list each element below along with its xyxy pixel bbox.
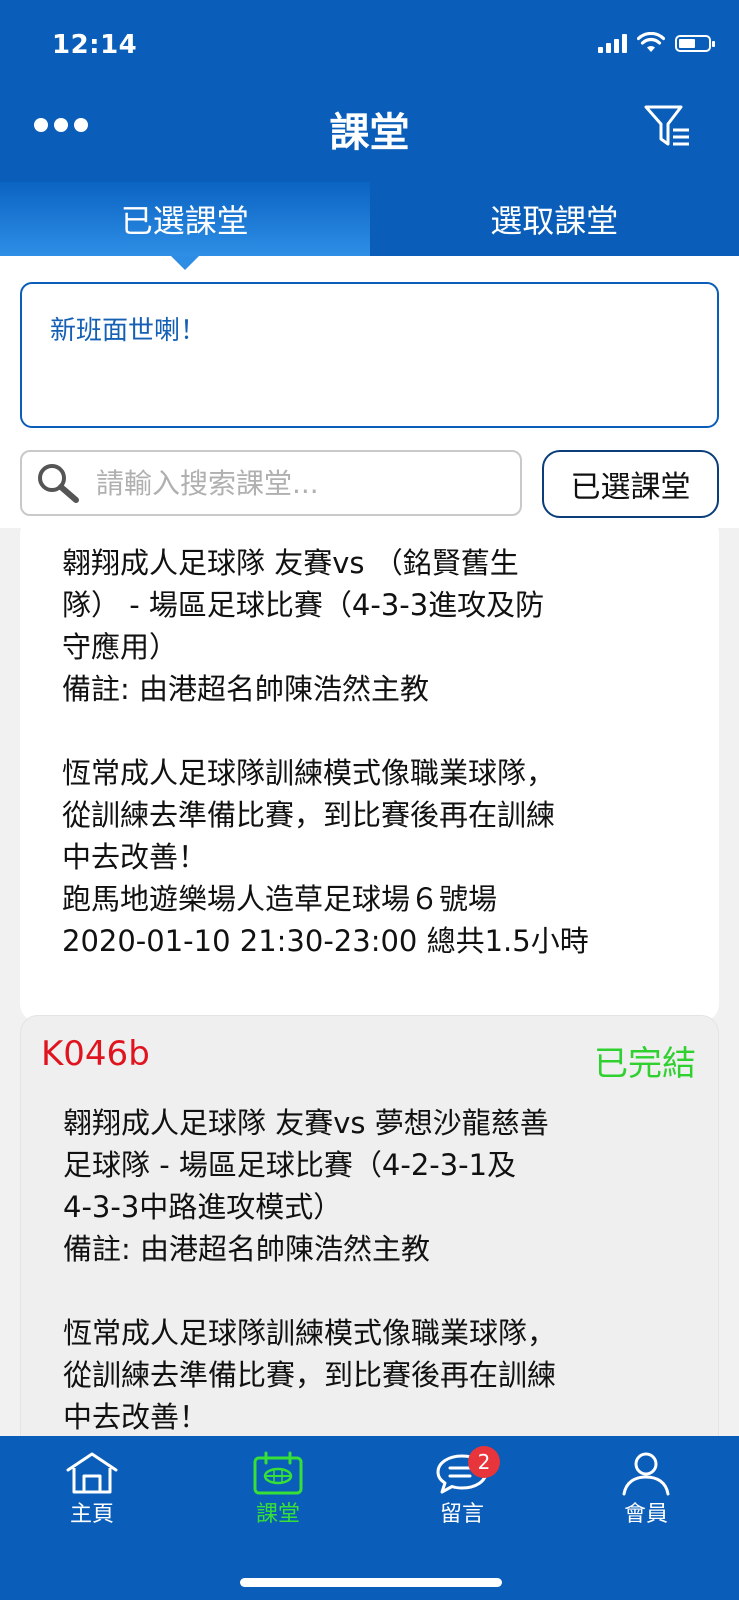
- nav-messages-label: 留言: [439, 1502, 484, 1527]
- card-line: 翱翔成人足球隊 友賽vs 夢想沙龍慈善: [63, 1106, 549, 1140]
- card-line-gap: [62, 710, 692, 752]
- card-line: 中去改善！: [63, 1400, 209, 1434]
- card-line: 從訓練去準備比賽，到比賽後再在訓練: [63, 1358, 557, 1392]
- home-icon: [66, 1452, 118, 1494]
- card-line: 足球隊 - 場區足球比賽（4-2-3-1及: [63, 1148, 517, 1182]
- unread-badge: 2: [468, 1446, 500, 1478]
- search-icon: [38, 464, 79, 503]
- segment-tabs: 已選課堂 選取課堂: [0, 182, 739, 270]
- status-time: 12:14: [52, 30, 138, 60]
- home-indicator[interactable]: [240, 1578, 502, 1587]
- card-line: 從訓練去準備比賽，到比賽後再在訓練: [62, 798, 556, 832]
- nav-home-label: 主頁: [69, 1502, 114, 1527]
- battery-icon: [675, 34, 715, 52]
- card-line: 中去改善！: [62, 840, 208, 874]
- card-line: 恆常成人足球隊訓練模式像職業球隊，: [63, 1316, 557, 1350]
- nav-member[interactable]: 會員: [586, 1450, 706, 1528]
- notice-box: 新班面世喇！: [20, 282, 719, 428]
- card-line: 備註: 由港超名帥陳浩然主教: [62, 672, 429, 706]
- card-line: 備註: 由港超名帥陳浩然主教: [63, 1232, 430, 1266]
- search-input[interactable]: [94, 457, 498, 509]
- selected-classes-button[interactable]: 已選課堂: [542, 450, 719, 518]
- class-card[interactable]: 翱翔成人足球隊 友賽vs （銘賢舊生 隊） - 場區足球比賽（4-3-3進攻及防…: [20, 528, 719, 1022]
- filter-icon[interactable]: [643, 104, 693, 150]
- app-screen: 12:14 課堂 已選課堂 選取課堂 新班面世喇！ 請輸入搜索課堂... 已選課…: [0, 0, 739, 1600]
- nav-classes[interactable]: 課堂: [218, 1450, 338, 1528]
- class-status-badge: 已完結: [594, 1044, 696, 1084]
- notice-text: 新班面世喇！: [50, 316, 207, 346]
- card-line: 2020-01-10 21:30-23:00 總共1.5小時: [62, 924, 589, 958]
- wifi-icon: [637, 32, 665, 52]
- nav-home[interactable]: 主頁: [32, 1450, 152, 1528]
- card-line: 4-3-3中路進攻模式）: [63, 1190, 343, 1224]
- bottom-tab-bar: 主頁 課堂 2 留言 會員: [0, 1436, 739, 1600]
- tab-choose-classes[interactable]: 選取課堂: [370, 182, 739, 256]
- card-line: 恆常成人足球隊訓練模式像職業球隊，: [62, 756, 556, 790]
- calendar-icon: [253, 1451, 303, 1495]
- user-icon: [622, 1452, 670, 1496]
- class-card-body: 翱翔成人足球隊 友賽vs （銘賢舊生 隊） - 場區足球比賽（4-3-3進攻及防…: [62, 542, 692, 962]
- nav-messages[interactable]: 2 留言: [402, 1446, 522, 1528]
- status-icons: [598, 32, 715, 54]
- card-line: 跑馬地遊樂場人造草足球場６號場: [62, 882, 498, 916]
- class-card-body: 翱翔成人足球隊 友賽vs 夢想沙龍慈善 足球隊 - 場區足球比賽（4-2-3-1…: [63, 1102, 693, 1436]
- class-list[interactable]: 翱翔成人足球隊 友賽vs （銘賢舊生 隊） - 場區足球比賽（4-3-3進攻及防…: [0, 528, 739, 1436]
- nav-classes-label: 課堂: [255, 1502, 300, 1527]
- tab-selected-classes[interactable]: 已選課堂: [0, 182, 370, 270]
- card-line: 隊） - 場區足球比賽（4-3-3進攻及防: [62, 588, 545, 622]
- search-box[interactable]: [20, 450, 522, 516]
- page-title: 課堂: [329, 110, 410, 156]
- class-card[interactable]: K046b 已完結 翱翔成人足球隊 友賽vs 夢想沙龍慈善 足球隊 - 場區足球…: [20, 1015, 719, 1436]
- top-header: 12:14 課堂 已選課堂 選取課堂: [0, 0, 739, 270]
- card-line: 守應用）: [62, 630, 179, 664]
- signal-icon: [598, 33, 627, 53]
- card-line: 翱翔成人足球隊 友賽vs （銘賢舊生: [62, 546, 519, 580]
- nav-member-label: 會員: [623, 1502, 668, 1527]
- card-line-gap: [63, 1270, 693, 1312]
- class-code: K046b: [41, 1034, 150, 1074]
